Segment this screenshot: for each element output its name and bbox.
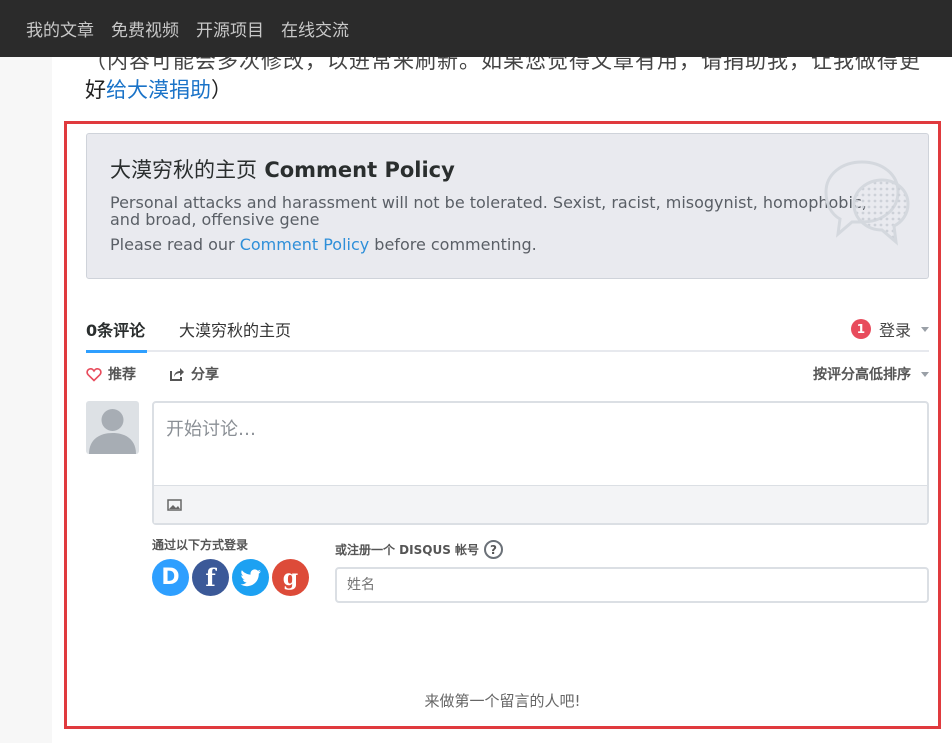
disqus-login-button[interactable]: D — [152, 559, 189, 596]
thread-actions: 推荐 分享 按评分高低排序 — [86, 364, 929, 388]
help-icon[interactable]: ? — [484, 540, 504, 559]
google-login-button[interactable]: g — [272, 559, 309, 596]
comment-policy-box: 大漠穷秋的主页 Comment Policy Personal attacks … — [86, 133, 929, 279]
nav-item-my-articles[interactable]: 我的文章 — [26, 16, 94, 41]
intro-suffix: ） — [211, 78, 232, 102]
policy-title-text: Comment Policy — [264, 158, 455, 182]
tab-site-home[interactable]: 大漠穷秋的主页 — [179, 317, 291, 341]
article-intro: （内容可能会多次修改，以进常来刷新。如果您觉得文章有用，请捐助我，让我做得更 好… — [85, 49, 920, 104]
speech-bubbles-icon — [824, 160, 910, 246]
policy-read-suffix: before commenting. — [369, 235, 537, 254]
register-label: 或注册一个 DISQUS 帐号 ? — [335, 540, 504, 559]
intro-prefix: 好 — [85, 78, 106, 102]
disqus-comments-section: 大漠穷秋的主页 Comment Policy Personal attacks … — [64, 121, 941, 729]
nav-item-open-source[interactable]: 开源项目 — [196, 16, 264, 41]
policy-read-line: Please read our Comment Policy before co… — [110, 235, 537, 254]
avatar — [86, 401, 139, 454]
default-user-icon — [89, 409, 136, 454]
policy-read-prefix: Please read our — [110, 235, 240, 254]
recommend-label[interactable]: 推荐 — [108, 364, 136, 384]
share-button[interactable]: 分享 — [169, 364, 219, 384]
facebook-login-button[interactable]: f — [192, 559, 229, 596]
tab-comments[interactable]: 0条评论 — [86, 317, 148, 353]
top-navigation: 我的文章 免费视频 开源项目 在线交流 — [0, 0, 952, 57]
register-text: 或注册一个 DISQUS 帐号 — [335, 543, 480, 557]
sort-dropdown[interactable]: 按评分高低排序 — [813, 364, 929, 384]
sort-label[interactable]: 按评分高低排序 — [813, 364, 911, 384]
image-upload-icon[interactable] — [167, 499, 182, 511]
notification-badge[interactable]: 1 — [850, 319, 871, 339]
login-label[interactable]: 登录 — [879, 317, 911, 341]
empty-state-message: 来做第一个留言的人吧! — [424, 692, 581, 710]
comment-input[interactable]: 开始讨论… — [166, 415, 256, 441]
comment-policy-link[interactable]: Comment Policy — [240, 235, 370, 254]
nav-item-online-chat[interactable]: 在线交流 — [281, 16, 349, 41]
social-login-buttons: D f g — [152, 559, 312, 596]
editor-toolbar — [154, 485, 927, 523]
twitter-login-button[interactable] — [232, 559, 269, 596]
nav-item-free-videos[interactable]: 免费视频 — [111, 16, 179, 41]
donate-link[interactable]: 给大漠捐助 — [106, 78, 211, 102]
login-with-label: 通过以下方式登录 — [152, 538, 249, 552]
login-menu[interactable]: 1 登录 — [850, 317, 929, 341]
recommend-button[interactable]: 推荐 — [86, 364, 136, 384]
twitter-bird-icon — [239, 568, 261, 586]
heart-icon — [86, 367, 102, 382]
share-icon — [170, 368, 184, 381]
discussion-tabs: 0条评论 大漠穷秋的主页 1 登录 — [86, 307, 929, 353]
policy-site-name: 大漠穷秋的主页 — [110, 158, 257, 182]
chevron-down-icon[interactable] — [921, 326, 929, 332]
comment-editor[interactable]: 开始讨论… — [152, 401, 929, 525]
share-label[interactable]: 分享 — [191, 364, 219, 384]
name-field[interactable] — [335, 567, 929, 603]
policy-title: 大漠穷秋的主页 Comment Policy — [110, 154, 455, 184]
policy-text: Personal attacks and harassment will not… — [110, 193, 867, 229]
chevron-down-icon[interactable] — [921, 371, 929, 377]
